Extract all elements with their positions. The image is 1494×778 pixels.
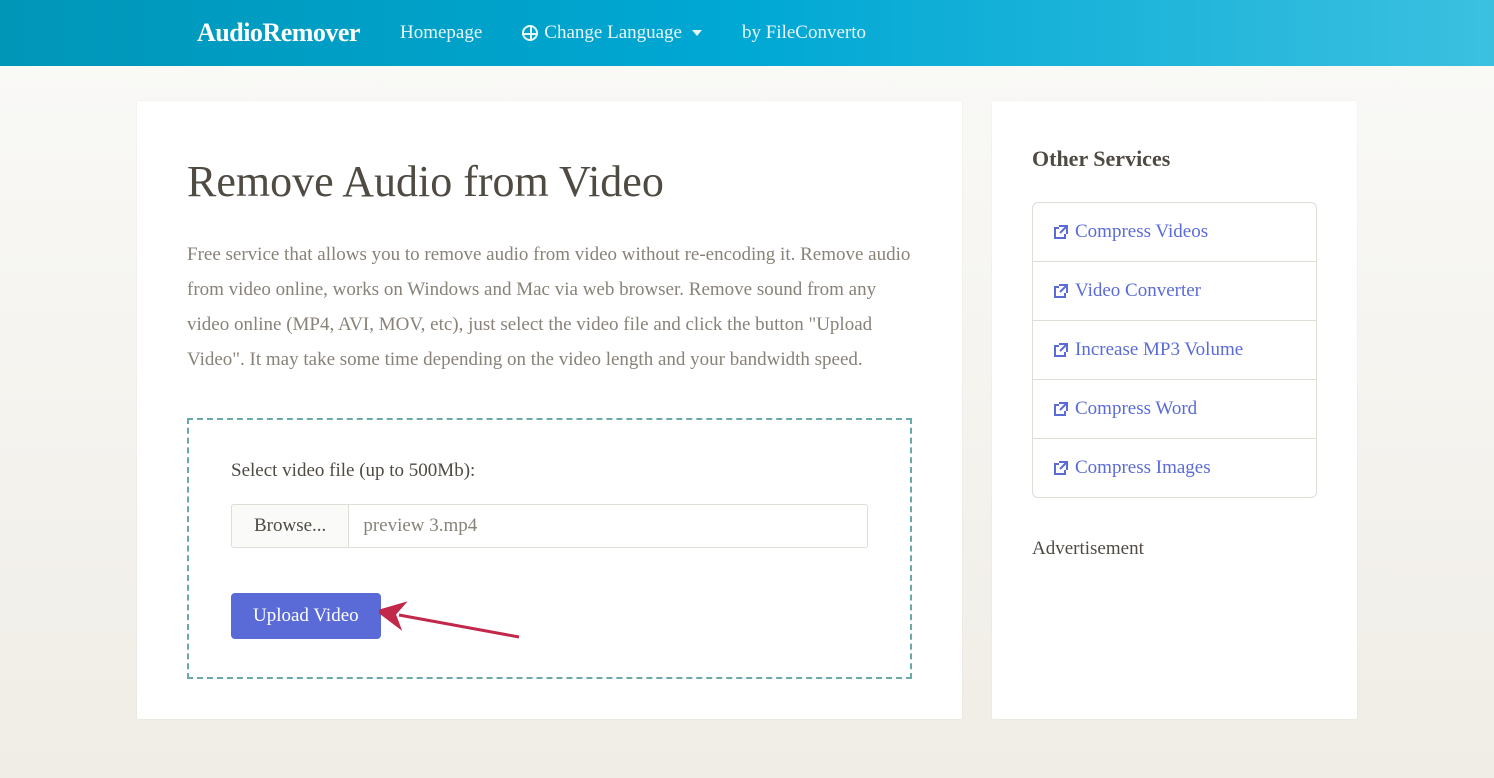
brand-logo[interactable]: AudioRemover [197, 18, 360, 48]
annotation-arrow-icon [379, 597, 529, 647]
nav-change-language[interactable]: Change Language [522, 22, 702, 44]
service-increase-mp3-volume[interactable]: Increase MP3 Volume [1033, 321, 1316, 380]
external-link-icon [1053, 401, 1069, 417]
service-video-converter[interactable]: Video Converter [1033, 262, 1316, 321]
service-label: Compress Word [1075, 398, 1197, 420]
select-file-label: Select video file (up to 500Mb): [231, 460, 868, 482]
upload-video-button[interactable]: Upload Video [231, 593, 381, 639]
file-input-row: Browse... [231, 504, 868, 548]
page-description: Free service that allows you to remove a… [187, 237, 912, 378]
sidebar: Other Services Compress Videos Video Con… [992, 101, 1357, 719]
page-title: Remove Audio from Video [187, 156, 912, 207]
external-link-icon [1053, 342, 1069, 358]
top-navbar: AudioRemover Homepage Change Language by… [0, 0, 1494, 66]
service-label: Video Converter [1075, 280, 1201, 302]
chevron-down-icon [692, 30, 702, 36]
file-name-field[interactable] [349, 505, 867, 547]
service-label: Increase MP3 Volume [1075, 339, 1243, 361]
external-link-icon [1053, 460, 1069, 476]
service-compress-videos[interactable]: Compress Videos [1033, 203, 1316, 262]
external-link-icon [1053, 224, 1069, 240]
service-label: Compress Images [1075, 457, 1211, 479]
service-list: Compress Videos Video Converter Increase… [1032, 202, 1317, 498]
service-compress-images[interactable]: Compress Images [1033, 439, 1316, 497]
service-label: Compress Videos [1075, 221, 1208, 243]
globe-icon [522, 25, 538, 41]
upload-dropzone: Select video file (up to 500Mb): Browse.… [187, 418, 912, 679]
advertisement-title: Advertisement [1032, 538, 1317, 560]
main-panel: Remove Audio from Video Free service tha… [137, 101, 962, 719]
other-services-title: Other Services [1032, 146, 1317, 172]
nav-by-fileconverto[interactable]: by FileConverto [742, 22, 866, 44]
nav-homepage[interactable]: Homepage [400, 22, 482, 44]
change-language-label: Change Language [544, 22, 682, 44]
external-link-icon [1053, 283, 1069, 299]
browse-button[interactable]: Browse... [232, 505, 349, 547]
service-compress-word[interactable]: Compress Word [1033, 380, 1316, 439]
